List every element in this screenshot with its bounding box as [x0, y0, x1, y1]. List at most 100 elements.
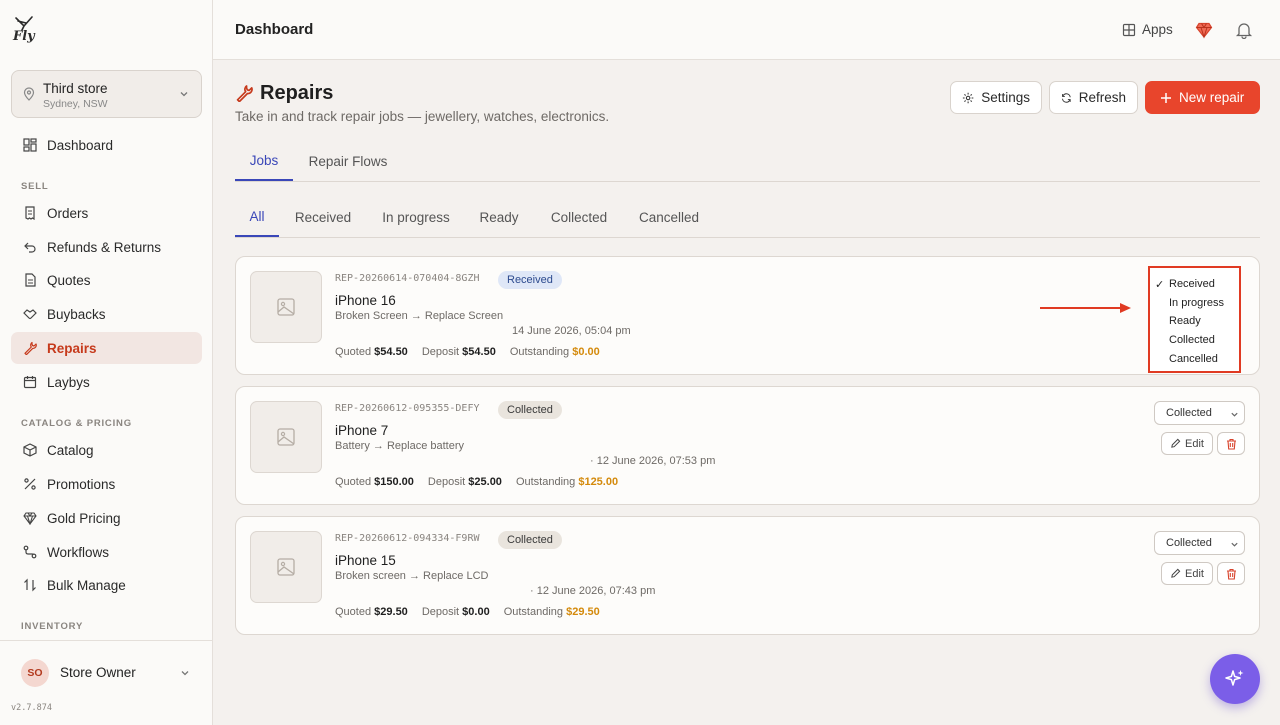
sidebar-item-repairs[interactable]: Repairs [11, 332, 202, 364]
delete-button[interactable] [1217, 432, 1245, 455]
sidebar-item-buybacks[interactable]: Buybacks [11, 298, 202, 330]
location-pin-icon [23, 87, 35, 101]
grid-icon [1122, 23, 1136, 36]
outstanding-value: $29.50 [566, 606, 600, 618]
wrench-icon [22, 340, 38, 356]
sidebar-item-quotes[interactable]: Quotes [11, 264, 202, 296]
user-menu[interactable]: SO Store Owner [0, 640, 212, 704]
avatar: SO [21, 659, 49, 687]
filter-all[interactable]: All [235, 197, 279, 237]
nav-section-inventory: INVENTORY [21, 621, 84, 632]
new-repair-button[interactable]: New repair [1145, 81, 1260, 114]
sidebar-item-catalog[interactable]: Catalog [11, 434, 202, 466]
repair-issue: Broken screen → Replace LCD [335, 570, 489, 582]
dropdown-option-received[interactable]: Received [1169, 278, 1215, 290]
sidebar-item-label: Laybys [47, 374, 90, 390]
document-icon [22, 272, 38, 288]
repair-card[interactable]: REP-20260614-070404-8GZH Received iPhone… [235, 256, 1260, 375]
header-title: Dashboard [235, 21, 314, 38]
status-select-value: Collected [1166, 407, 1212, 419]
filter-collected[interactable]: Collected [544, 197, 614, 237]
outstanding-label: Outstanding [515, 476, 576, 488]
gem-icon[interactable] [1195, 21, 1213, 39]
refresh-button[interactable]: Refresh [1049, 81, 1138, 114]
filter-in-progress[interactable]: In progress [376, 197, 456, 237]
sidebar-item-label: Bulk Manage [47, 577, 126, 593]
tab-repair-flows[interactable]: Repair Flows [303, 141, 393, 181]
filter-received[interactable]: Received [290, 197, 356, 237]
box-icon [22, 442, 38, 458]
delete-button[interactable] [1217, 562, 1245, 585]
outstanding-label: Outstanding [503, 606, 564, 618]
wrench-icon [236, 85, 253, 102]
status-select[interactable]: Collected [1154, 531, 1245, 555]
refresh-label: Refresh [1078, 90, 1126, 105]
pencil-icon [1171, 568, 1181, 578]
store-selector[interactable]: Third store Sydney, NSW [11, 70, 202, 118]
sidebar-item-laybys[interactable]: Laybys [11, 366, 202, 398]
edit-button[interactable]: Edit [1161, 562, 1213, 585]
apps-label: Apps [1142, 22, 1173, 37]
repair-card[interactable]: REP-20260612-094334-F9RW Collected iPhon… [235, 516, 1260, 635]
status-badge: Collected [498, 401, 562, 419]
gem-icon [22, 510, 38, 526]
quoted-value: $29.50 [374, 606, 408, 618]
repair-date: · 12 June 2026, 07:43 pm [530, 585, 656, 597]
sidebar-item-refunds[interactable]: Refunds & Returns [11, 231, 202, 263]
settings-label: Settings [981, 90, 1030, 105]
deposit-label: Deposit [421, 606, 460, 618]
annotation-arrow-icon [1040, 303, 1131, 313]
status-select[interactable]: Collected [1154, 401, 1245, 425]
edit-button[interactable]: Edit [1161, 432, 1213, 455]
checkmark-icon: ✓ [1155, 279, 1165, 291]
filter-ready[interactable]: Ready [475, 197, 523, 237]
sidebar-item-workflows[interactable]: Workflows [11, 536, 202, 568]
sidebar-item-promotions[interactable]: Promotions [11, 468, 202, 500]
sidebar-item-label: Workflows [47, 544, 110, 560]
sidebar-item-dashboard[interactable]: Dashboard [11, 129, 202, 161]
sidebar: Fly Third store Sydney, NSW Dashboard SE… [0, 0, 213, 725]
sidebar-item-orders[interactable]: Orders [11, 197, 202, 229]
dropdown-option-cancelled[interactable]: Cancelled [1169, 353, 1218, 365]
chevron-down-icon [181, 671, 189, 676]
quoted-value: $54.50 [374, 346, 408, 358]
sidebar-item-gold-pricing[interactable]: Gold Pricing [11, 502, 202, 534]
tab-jobs[interactable]: Jobs [235, 141, 293, 181]
quoted-value: $150.00 [374, 476, 414, 488]
image-placeholder [250, 531, 322, 603]
repair-date: 14 June 2026, 05:04 pm [512, 325, 631, 337]
logo-text: Fly [13, 29, 35, 44]
sidebar-item-label: Refunds & Returns [47, 239, 162, 255]
money-summary: Quoted $54.50 Deposit $54.50 Outstanding… [335, 346, 614, 358]
sidebar-item-label: Repairs [47, 340, 97, 356]
chevron-down-icon [180, 92, 188, 97]
dropdown-option-collected[interactable]: Collected [1169, 334, 1215, 346]
filter-cancelled[interactable]: Cancelled [633, 197, 705, 237]
sidebar-item-label: Quotes [47, 272, 91, 288]
percent-icon [22, 476, 38, 492]
sidebar-item-bulk-manage[interactable]: Bulk Manage [11, 569, 202, 601]
sidebar-item-label: Dashboard [47, 137, 114, 153]
edit-label: Edit [1185, 567, 1204, 580]
apps-button[interactable]: Apps [1122, 22, 1173, 37]
receipt-icon [22, 205, 38, 221]
handshake-icon [22, 306, 38, 322]
nav-section-sell: SELL [21, 181, 49, 192]
calendar-icon [22, 374, 38, 390]
chevron-down-icon [1231, 542, 1238, 547]
undo-icon [22, 239, 38, 255]
quoted-label: Quoted [335, 476, 372, 488]
bell-icon[interactable] [1235, 21, 1253, 39]
sidebar-item-label: Gold Pricing [47, 510, 121, 526]
refresh-icon [1062, 92, 1071, 103]
trash-icon [1226, 568, 1236, 580]
edit-label: Edit [1185, 437, 1204, 450]
ai-assistant-button[interactable] [1210, 654, 1260, 704]
repair-card[interactable]: REP-20260612-095355-DEFY Collected iPhon… [235, 386, 1260, 505]
dropdown-option-in-progress[interactable]: In progress [1169, 297, 1224, 309]
user-name: Store Owner [60, 665, 136, 680]
deposit-value: $0.00 [462, 606, 490, 618]
sort-arrows-icon [22, 577, 38, 593]
settings-button[interactable]: Settings [950, 81, 1042, 114]
dropdown-option-ready[interactable]: Ready [1169, 315, 1201, 327]
